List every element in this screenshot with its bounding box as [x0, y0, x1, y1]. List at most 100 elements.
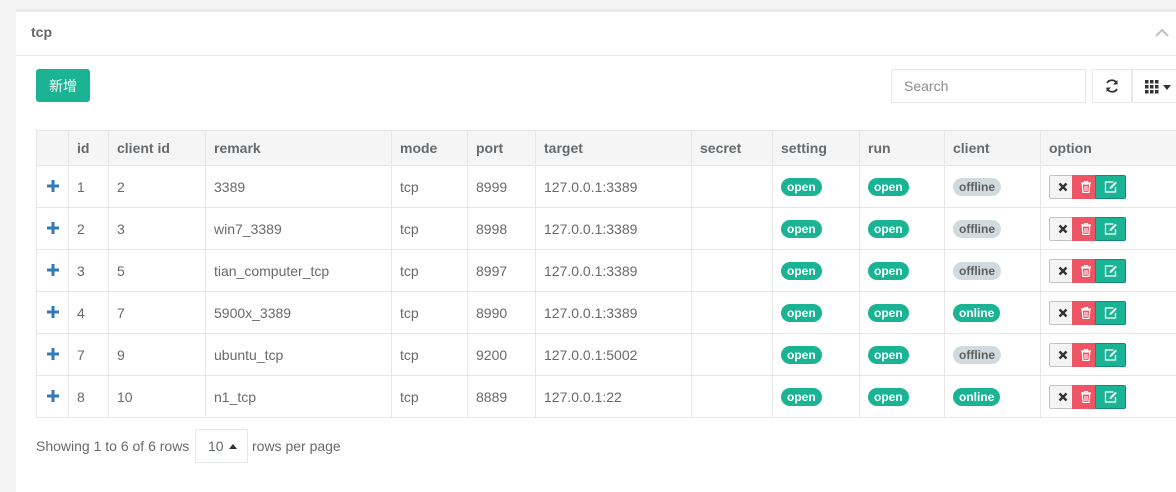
- panel-title: tcp: [31, 24, 52, 40]
- setting-badge[interactable]: open: [781, 346, 822, 364]
- search-input[interactable]: [891, 69, 1086, 103]
- cell-remark: n1_tcp: [206, 376, 392, 418]
- header-secret[interactable]: secret: [692, 131, 773, 166]
- cell-id: 7: [69, 334, 109, 376]
- setting-badge[interactable]: open: [781, 178, 822, 196]
- edit-button[interactable]: [1095, 217, 1126, 241]
- cell-port: 8997: [468, 250, 536, 292]
- cell-mode: tcp: [392, 334, 468, 376]
- close-icon: [1058, 182, 1068, 192]
- close-icon: [1058, 392, 1068, 402]
- client-badge[interactable]: online: [953, 304, 1000, 322]
- header-option[interactable]: option: [1041, 131, 1176, 166]
- cell-option: [1041, 292, 1176, 334]
- cell-remark: tian_computer_tcp: [206, 250, 392, 292]
- edit-icon: [1104, 265, 1117, 277]
- header-client[interactable]: client: [945, 131, 1041, 166]
- run-badge[interactable]: open: [868, 388, 909, 406]
- edit-button[interactable]: [1095, 385, 1126, 409]
- cell-client: online: [945, 292, 1041, 334]
- cell-target: 127.0.0.1:3389: [536, 208, 692, 250]
- setting-badge[interactable]: open: [781, 304, 822, 322]
- cell-mode: tcp: [392, 208, 468, 250]
- edit-icon: [1104, 391, 1117, 403]
- setting-badge[interactable]: open: [781, 388, 822, 406]
- expand-row-button[interactable]: [37, 250, 69, 292]
- edit-icon: [1104, 307, 1117, 319]
- header-id[interactable]: id: [69, 131, 109, 166]
- cell-port: 8990: [468, 292, 536, 334]
- client-badge[interactable]: offline: [953, 220, 1001, 238]
- edit-button[interactable]: [1095, 343, 1126, 367]
- table-row: 23win7_3389tcp8998127.0.0.1:3389openopen…: [37, 208, 1176, 250]
- header-mode[interactable]: mode: [392, 131, 468, 166]
- trash-icon: [1081, 391, 1091, 403]
- cell-setting: open: [773, 250, 860, 292]
- header-run[interactable]: run: [860, 131, 945, 166]
- client-badge[interactable]: online: [953, 388, 1000, 406]
- cell-run: open: [860, 376, 945, 418]
- cell-option: [1041, 250, 1176, 292]
- cell-client-id: 7: [109, 292, 206, 334]
- page-size-dropdown[interactable]: 10: [195, 429, 248, 463]
- cell-remark: 5900x_3389: [206, 292, 392, 334]
- cell-id: 8: [69, 376, 109, 418]
- header-target[interactable]: target: [536, 131, 692, 166]
- cell-secret: [692, 250, 773, 292]
- cell-secret: [692, 334, 773, 376]
- caret-down-icon: [1163, 85, 1171, 90]
- run-badge[interactable]: open: [868, 178, 909, 196]
- client-badge[interactable]: offline: [953, 346, 1001, 364]
- edit-button[interactable]: [1095, 259, 1126, 283]
- header-client-id[interactable]: client id: [109, 131, 206, 166]
- refresh-button[interactable]: [1092, 69, 1132, 103]
- header-setting[interactable]: setting: [773, 131, 860, 166]
- cell-target: 127.0.0.1:5002: [536, 334, 692, 376]
- edit-icon: [1104, 181, 1117, 193]
- cell-id: 3: [69, 250, 109, 292]
- refresh-icon: [1104, 78, 1120, 94]
- cell-run: open: [860, 334, 945, 376]
- plus-icon: [47, 180, 59, 192]
- cell-setting: open: [773, 208, 860, 250]
- client-badge[interactable]: offline: [953, 178, 1001, 196]
- cell-target: 127.0.0.1:3389: [536, 250, 692, 292]
- columns-button[interactable]: [1132, 69, 1176, 103]
- cell-client: offline: [945, 208, 1041, 250]
- chevron-up-icon[interactable]: [1153, 26, 1171, 40]
- panel-header: tcp: [16, 12, 1176, 56]
- cell-mode: tcp: [392, 292, 468, 334]
- setting-badge[interactable]: open: [781, 220, 822, 238]
- run-badge[interactable]: open: [868, 304, 909, 322]
- close-icon: [1058, 350, 1068, 360]
- expand-row-button[interactable]: [37, 334, 69, 376]
- client-badge[interactable]: offline: [953, 262, 1001, 280]
- expand-row-button[interactable]: [37, 292, 69, 334]
- close-icon: [1058, 266, 1068, 276]
- run-badge[interactable]: open: [868, 346, 909, 364]
- run-badge[interactable]: open: [868, 220, 909, 238]
- edit-button[interactable]: [1095, 175, 1126, 199]
- expand-row-button[interactable]: [37, 166, 69, 208]
- cell-secret: [692, 166, 773, 208]
- header-port[interactable]: port: [468, 131, 536, 166]
- cell-run: open: [860, 166, 945, 208]
- expand-row-button[interactable]: [37, 376, 69, 418]
- run-badge[interactable]: open: [868, 262, 909, 280]
- cell-option: [1041, 166, 1176, 208]
- add-button[interactable]: 新增: [36, 69, 90, 102]
- cell-setting: open: [773, 334, 860, 376]
- cell-mode: tcp: [392, 166, 468, 208]
- edit-button[interactable]: [1095, 301, 1126, 325]
- cell-target: 127.0.0.1:3389: [536, 292, 692, 334]
- cell-client: offline: [945, 250, 1041, 292]
- cell-option: [1041, 376, 1176, 418]
- cell-port: 8999: [468, 166, 536, 208]
- cell-remark: 3389: [206, 166, 392, 208]
- setting-badge[interactable]: open: [781, 262, 822, 280]
- cell-client-id: 5: [109, 250, 206, 292]
- header-remark[interactable]: remark: [206, 131, 392, 166]
- table-row: 35tian_computer_tcptcp8997127.0.0.1:3389…: [37, 250, 1176, 292]
- cell-id: 2: [69, 208, 109, 250]
- expand-row-button[interactable]: [37, 208, 69, 250]
